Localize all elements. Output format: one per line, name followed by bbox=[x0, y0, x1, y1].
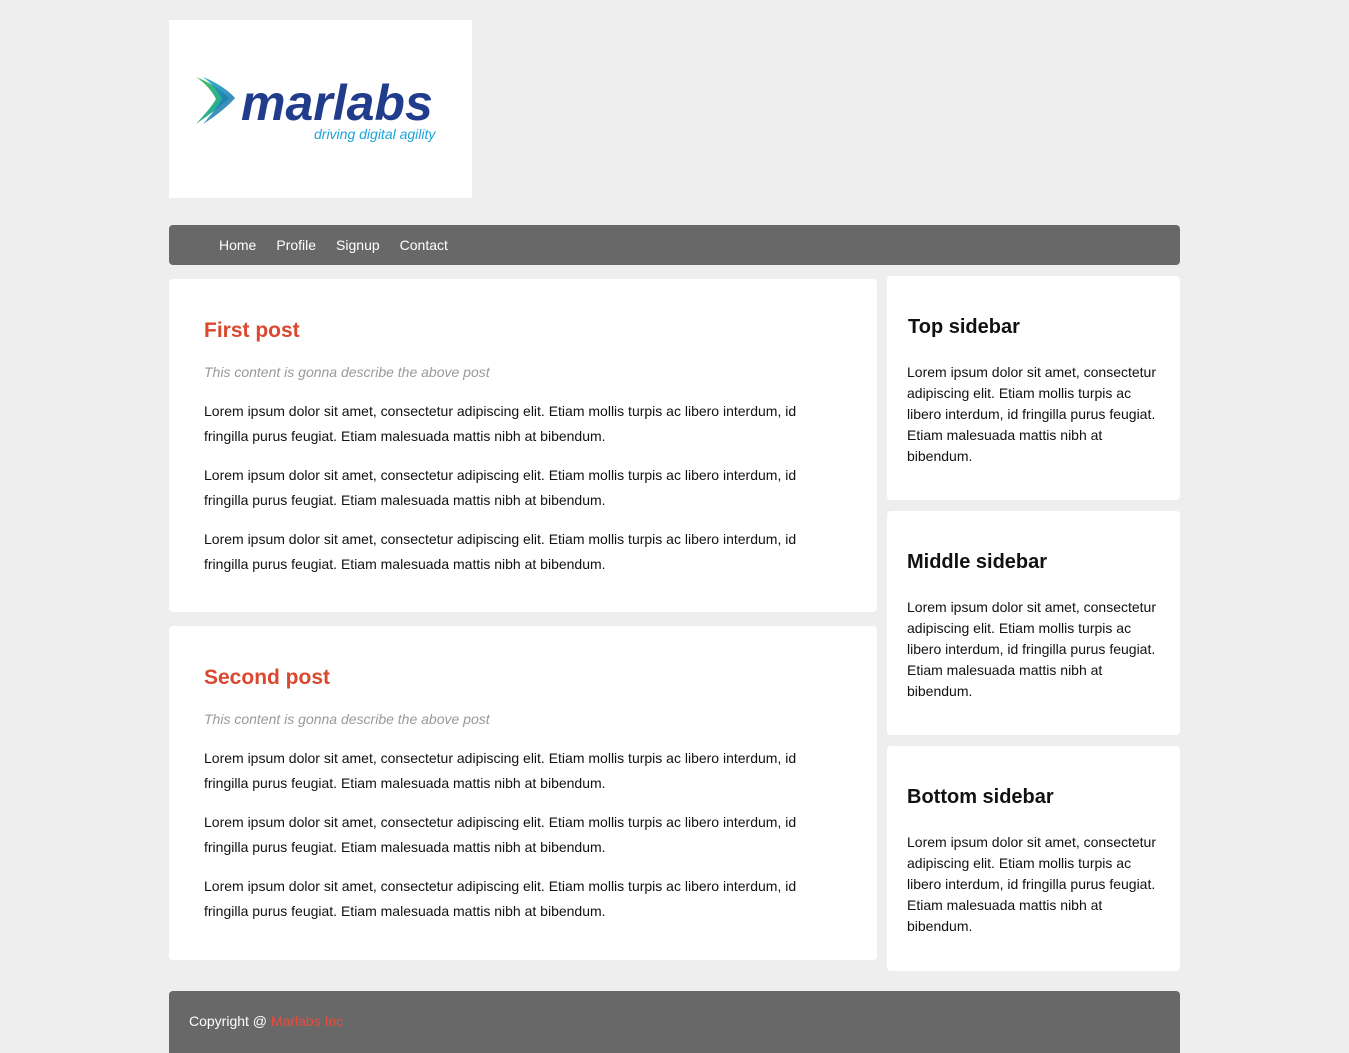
post-card: First post This content is gonna describ… bbox=[169, 279, 877, 612]
post-description: This content is gonna describe the above… bbox=[204, 364, 490, 380]
post-body: Lorem ipsum dolor sit amet, consectetur … bbox=[204, 746, 814, 938]
post-title: First post bbox=[204, 319, 300, 342]
post-description: This content is gonna describe the above… bbox=[204, 711, 490, 727]
sidebar-top: Top sidebar Lorem ipsum dolor sit amet, … bbox=[887, 276, 1180, 500]
sidebar-title: Middle sidebar bbox=[907, 551, 1048, 573]
footer-copyright: Copyright @ Marlabs Inc bbox=[189, 1013, 343, 1029]
nav-links: Home Profile Signup Contact bbox=[219, 225, 468, 265]
nav-link-signup[interactable]: Signup bbox=[336, 237, 380, 253]
post-paragraph: Lorem ipsum dolor sit amet, consectetur … bbox=[204, 403, 797, 444]
post-title: Second post bbox=[204, 666, 331, 689]
sidebar-text: Lorem ipsum dolor sit amet, consectetur … bbox=[907, 364, 1156, 464]
post-paragraph: Lorem ipsum dolor sit amet, consectetur … bbox=[204, 531, 797, 572]
logo[interactable]: marlabs driving digital agility bbox=[169, 20, 472, 198]
nav-link-contact[interactable]: Contact bbox=[400, 237, 448, 253]
footer-copyright-prefix: Copyright @ bbox=[189, 1013, 271, 1029]
logo-brand-text: marlabs bbox=[241, 75, 433, 131]
post-paragraph: Lorem ipsum dolor sit amet, consectetur … bbox=[204, 750, 797, 791]
sidebar-text: Lorem ipsum dolor sit amet, consectetur … bbox=[907, 599, 1156, 699]
footer: Copyright @ Marlabs Inc bbox=[169, 991, 1180, 1053]
main-navbar: Home Profile Signup Contact bbox=[169, 225, 1180, 265]
sidebar-bottom: Bottom sidebar Lorem ipsum dolor sit ame… bbox=[887, 746, 1180, 971]
sidebar-middle: Middle sidebar Lorem ipsum dolor sit ame… bbox=[887, 511, 1180, 735]
logo-tagline-text: driving digital agility bbox=[314, 126, 436, 142]
nav-link-profile[interactable]: Profile bbox=[276, 237, 316, 253]
sidebar-title: Bottom sidebar bbox=[907, 786, 1054, 808]
sidebar-text: Lorem ipsum dolor sit amet, consectetur … bbox=[907, 834, 1156, 934]
post-paragraph: Lorem ipsum dolor sit amet, consectetur … bbox=[204, 467, 797, 508]
nav-link-home[interactable]: Home bbox=[219, 237, 256, 253]
post-card: Second post This content is gonna descri… bbox=[169, 626, 877, 960]
post-body: Lorem ipsum dolor sit amet, consectetur … bbox=[204, 399, 814, 591]
marlabs-logo-icon: marlabs driving digital agility bbox=[196, 75, 436, 142]
post-paragraph: Lorem ipsum dolor sit amet, consectetur … bbox=[204, 878, 797, 919]
footer-company-link[interactable]: Marlabs Inc bbox=[271, 1013, 343, 1029]
sidebar-title: Top sidebar bbox=[908, 316, 1020, 338]
post-paragraph: Lorem ipsum dolor sit amet, consectetur … bbox=[204, 814, 797, 855]
